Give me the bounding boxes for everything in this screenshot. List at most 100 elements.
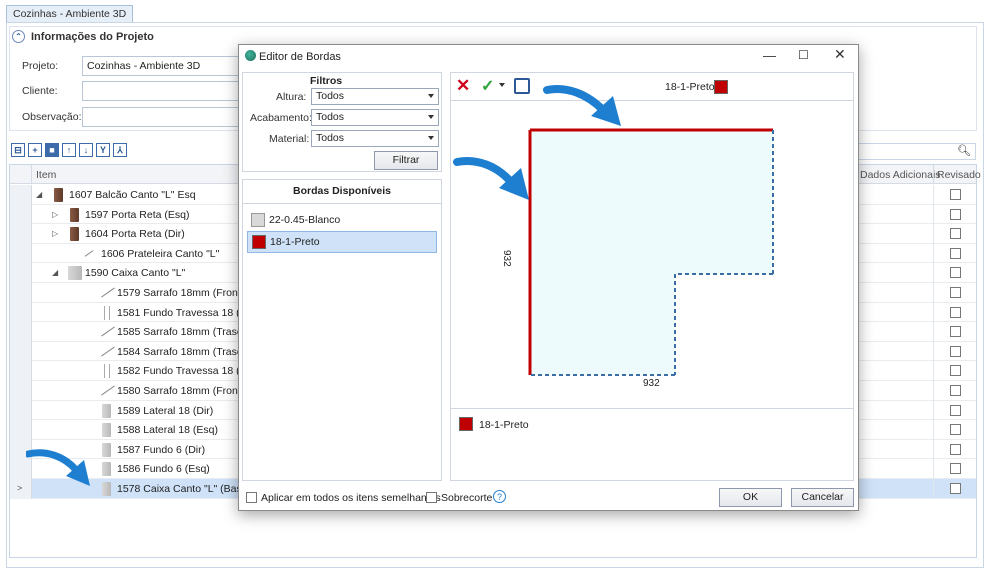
revisado-checkbox[interactable] <box>950 404 961 416</box>
row-label: 1607 Balcão Canto "L" Esq <box>69 189 196 201</box>
row-gutter[interactable] <box>10 302 32 323</box>
pointer-arrow-icon <box>543 85 621 126</box>
row-gutter[interactable] <box>10 400 32 421</box>
revisado-checkbox[interactable] <box>950 267 961 279</box>
row-label: 1597 Porta Reta (Esq) <box>85 208 190 221</box>
hierarchy-icon[interactable]: ⅄ <box>113 143 127 157</box>
row-gutter[interactable] <box>10 185 32 205</box>
border-option-preto[interactable]: 18-1-Preto <box>247 231 437 253</box>
observacao-label: Observação: <box>22 111 82 123</box>
row-gutter[interactable] <box>10 341 32 362</box>
row-gutter[interactable] <box>10 243 32 264</box>
tab-project[interactable]: Cozinhas - Ambiente 3D <box>6 5 134 23</box>
material-value: Todos <box>316 132 345 144</box>
cancel-button[interactable]: Cancelar <box>791 488 854 507</box>
row-gutter[interactable] <box>10 361 32 381</box>
acabamento-value: Todos <box>316 111 345 123</box>
bars-icon <box>104 305 110 320</box>
sobrecorte-label: Sobrecorte <box>441 492 493 504</box>
collapse-chevron-icon[interactable]: ⌃ <box>12 30 25 43</box>
part-brown-icon <box>54 188 63 202</box>
projeto-field[interactable]: Cozinhas - Ambiente 3D <box>82 56 242 76</box>
expand-all-icon[interactable]: + <box>28 143 42 157</box>
move-up-icon[interactable]: ↑ <box>62 143 76 157</box>
revisado-checkbox[interactable] <box>950 424 961 436</box>
dropdown-arrow-icon <box>428 115 434 119</box>
row-gutter[interactable] <box>10 420 32 440</box>
col-item[interactable]: Item <box>36 169 56 181</box>
altura-select[interactable]: Todos <box>311 88 439 105</box>
dropdown-arrow-icon <box>428 136 434 140</box>
revisado-checkbox[interactable] <box>950 326 961 338</box>
sobrecorte-checkbox[interactable] <box>426 492 437 503</box>
close-icon[interactable]: ✕ <box>834 46 846 63</box>
app-logo-icon <box>245 50 256 61</box>
minimize-icon[interactable]: — <box>763 48 776 63</box>
row-gutter[interactable] <box>10 381 32 401</box>
material-select[interactable]: Todos <box>311 130 439 147</box>
swatch-icon <box>251 213 265 227</box>
revisado-checkbox[interactable] <box>950 247 961 259</box>
bars-icon <box>104 364 110 379</box>
expand-arrow-icon[interactable]: ▷ <box>52 210 58 219</box>
cliente-field[interactable] <box>82 81 242 101</box>
col-revisado[interactable]: Revisado <box>937 169 981 181</box>
help-icon[interactable]: ? <box>493 490 506 503</box>
part-grey-icon <box>102 462 111 477</box>
revisado-checkbox[interactable] <box>950 345 961 357</box>
row-gutter[interactable] <box>10 283 32 303</box>
row-gutter[interactable] <box>10 263 32 283</box>
apply-all-label: Aplicar em todos os itens semelhantes <box>261 492 441 504</box>
dim-horizontal: 932 <box>643 378 660 389</box>
revisado-checkbox[interactable] <box>950 443 961 455</box>
select-level-icon[interactable]: ■ <box>45 143 59 157</box>
row-gutter[interactable] <box>10 204 32 225</box>
revisado-checkbox[interactable] <box>950 483 961 494</box>
collapse-arrow-icon[interactable]: ◢ <box>52 268 58 277</box>
apply-dropdown-icon[interactable] <box>499 83 505 87</box>
collapse-arrow-icon[interactable]: ◢ <box>36 190 42 199</box>
collapse-all-icon[interactable]: ⊟ <box>11 143 25 157</box>
border-option-label: 18-1-Preto <box>270 236 320 248</box>
expand-arrow-icon[interactable]: ▷ <box>52 229 58 238</box>
row-label: 1606 Prateleira Canto "L" <box>101 247 220 260</box>
ok-button[interactable]: OK <box>719 488 782 507</box>
revisado-checkbox[interactable] <box>950 306 961 318</box>
rotate-icon[interactable] <box>514 78 530 94</box>
acabamento-select[interactable]: Todos <box>311 109 439 126</box>
revisado-checkbox[interactable] <box>950 228 961 240</box>
move-down-icon[interactable]: ↓ <box>79 143 93 157</box>
box-icon <box>68 266 82 281</box>
filtrar-button[interactable]: Filtrar <box>374 151 438 170</box>
row-gutter[interactable] <box>10 224 32 244</box>
grid-search-input[interactable]: 🔍︎ <box>858 143 976 160</box>
maximize-icon[interactable]: ☐ <box>798 48 809 62</box>
row-gutter[interactable] <box>10 322 32 342</box>
projeto-label: Projeto: <box>22 60 59 72</box>
revisado-checkbox[interactable] <box>950 365 961 377</box>
cliente-label: Cliente: <box>22 85 58 97</box>
observacao-field[interactable] <box>82 107 242 127</box>
apply-border-icon[interactable]: ✓ <box>481 76 494 96</box>
legend-swatch-icon <box>459 417 473 431</box>
col-dados-adicionais[interactable]: Dados Adicionais <box>860 169 941 181</box>
remove-border-icon[interactable]: ✕ <box>456 76 470 96</box>
revisado-checkbox[interactable] <box>950 463 961 475</box>
info-header[interactable]: ⌃ Informações do Projeto <box>12 30 154 43</box>
search-icon[interactable]: 🔍︎ <box>957 144 971 157</box>
dropdown-arrow-icon <box>428 94 434 98</box>
row-label: 1578 Caixa Canto "L" (Base) <box>117 483 252 495</box>
row-label: 1589 Lateral 18 (Dir) <box>117 404 214 417</box>
revisado-checkbox[interactable] <box>950 208 961 220</box>
part-grey-icon <box>102 423 111 438</box>
border-option-blanco[interactable]: 22-0.45-Blanco <box>247 210 437 231</box>
merge-icon[interactable]: Y <box>96 143 110 157</box>
revisado-checkbox[interactable] <box>950 385 961 396</box>
part-grey-icon <box>102 442 111 457</box>
editor-toolbar <box>451 73 853 101</box>
apply-all-checkbox[interactable] <box>246 492 257 503</box>
acabamento-label: Acabamento: <box>250 112 312 124</box>
revisado-checkbox[interactable] <box>950 189 961 200</box>
dialog-title: Editor de Bordas <box>259 51 341 63</box>
revisado-checkbox[interactable] <box>950 287 961 298</box>
